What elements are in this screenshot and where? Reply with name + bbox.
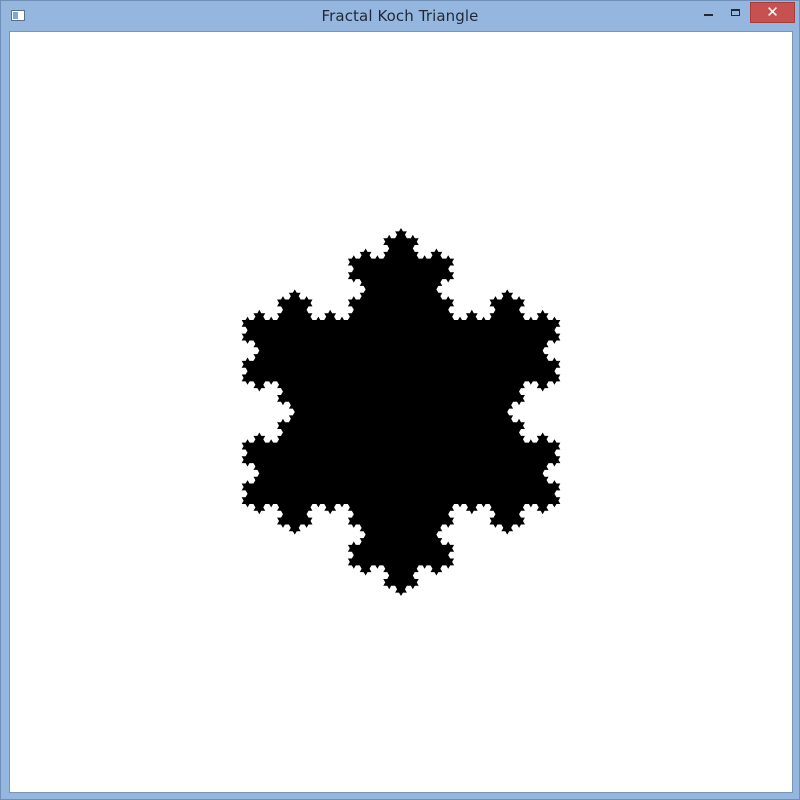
close-button[interactable]: ✕ bbox=[750, 2, 795, 23]
app-window: Fractal Koch Triangle ✕ bbox=[0, 0, 800, 800]
drawing-canvas bbox=[9, 31, 793, 793]
koch-snowflake-drawing bbox=[10, 32, 792, 792]
title-bar[interactable]: Fractal Koch Triangle ✕ bbox=[1, 1, 799, 31]
koch-snowflake bbox=[241, 228, 561, 596]
maximize-button[interactable] bbox=[722, 2, 748, 23]
minimize-icon bbox=[703, 13, 713, 16]
window-title: Fractal Koch Triangle bbox=[321, 7, 479, 25]
maximize-icon bbox=[730, 9, 740, 16]
minimize-button[interactable] bbox=[695, 2, 721, 23]
close-icon: ✕ bbox=[766, 3, 779, 21]
